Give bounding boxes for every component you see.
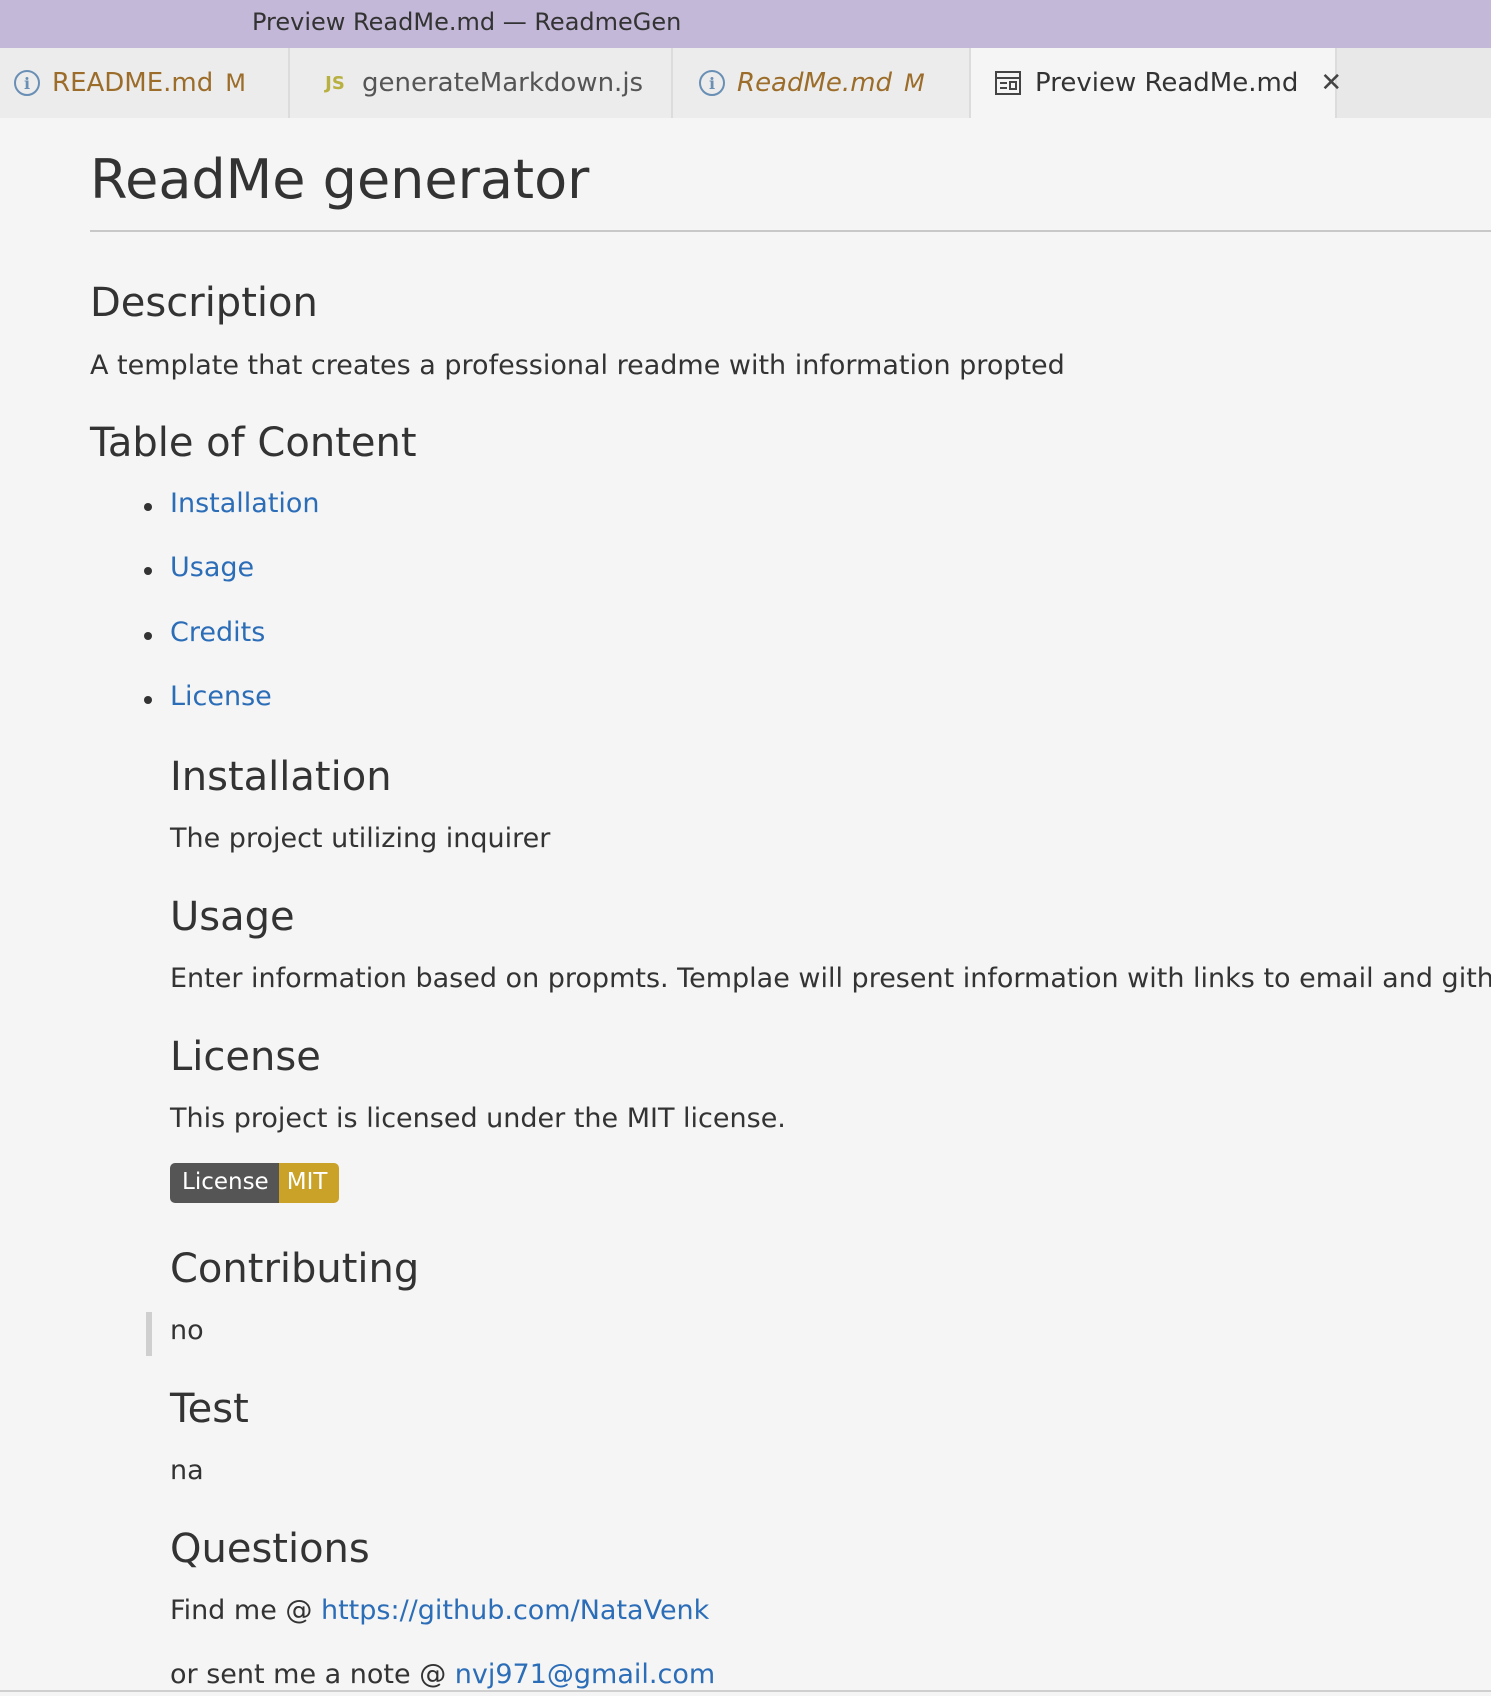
find-prefix: Find me @ bbox=[170, 1595, 321, 1626]
heading-table-of-content: Table of Content bbox=[90, 420, 417, 466]
preview-icon bbox=[993, 68, 1023, 98]
tab-readme-md[interactable]: i README.md M bbox=[0, 48, 290, 118]
close-icon[interactable]: ✕ bbox=[1320, 68, 1342, 98]
tab-label: README.md bbox=[52, 68, 214, 98]
toc-item: License bbox=[144, 681, 272, 712]
toc-item: Usage bbox=[143, 552, 254, 583]
badge-value: MIT bbox=[278, 1163, 340, 1203]
description-text: A template that creates a professional r… bbox=[90, 350, 1065, 381]
window-title: Preview ReadMe.md — ReadmeGen bbox=[252, 8, 682, 36]
license-text: This project is licensed under the MIT l… bbox=[170, 1103, 786, 1134]
toc-item: Installation bbox=[144, 488, 320, 519]
toc-link-credits[interactable]: Credits bbox=[170, 617, 265, 648]
js-icon: JS bbox=[325, 72, 345, 94]
modified-indicator: M bbox=[225, 69, 246, 97]
toc-item: Credits bbox=[143, 617, 265, 648]
note-prefix: or sent me a note @ bbox=[170, 1659, 455, 1690]
info-icon: i bbox=[14, 70, 40, 96]
heading-description: Description bbox=[90, 280, 318, 326]
bottom-divider bbox=[0, 1690, 1491, 1692]
tab-generate-markdown-js[interactable]: JS generateMarkdown.js bbox=[290, 48, 673, 118]
blockquote-bar bbox=[146, 1312, 152, 1356]
license-badge: License MIT bbox=[170, 1163, 340, 1203]
heading-license: License bbox=[170, 1034, 321, 1080]
toc-link-license[interactable]: License bbox=[170, 681, 272, 712]
email-link[interactable]: nvj971@gmail.com bbox=[455, 1659, 715, 1690]
contributing-text: no bbox=[170, 1315, 204, 1346]
tab-readme-md-italic[interactable]: i ReadMe.md M bbox=[673, 48, 971, 118]
tab-label: Preview ReadMe.md bbox=[1035, 68, 1299, 98]
tab-label: generateMarkdown.js bbox=[362, 68, 644, 98]
github-link[interactable]: https://github.com/NataVenk bbox=[321, 1595, 709, 1626]
heading-usage: Usage bbox=[170, 894, 295, 940]
heading-contributing: Contributing bbox=[170, 1246, 420, 1292]
window-titlebar: Preview ReadMe.md — ReadmeGen bbox=[0, 0, 1491, 48]
tab-label: ReadMe.md bbox=[737, 68, 893, 98]
modified-indicator: M bbox=[904, 69, 925, 97]
info-icon: i bbox=[699, 70, 725, 96]
heading-questions: Questions bbox=[170, 1526, 370, 1572]
questions-find-line: Find me @ https://github.com/NataVenk bbox=[170, 1595, 709, 1626]
tab-preview-readme-md[interactable]: Preview ReadMe.md ✕ bbox=[971, 48, 1342, 118]
editor-tab-bar: i README.md M JS generateMarkdown.js i R… bbox=[0, 48, 1491, 118]
questions-note-line: or sent me a note @ nvj971@gmail.com bbox=[170, 1659, 715, 1690]
test-text: na bbox=[170, 1455, 204, 1486]
badge-label: License bbox=[170, 1163, 279, 1203]
toc-link-installation[interactable]: Installation bbox=[170, 488, 320, 519]
heading-installation: Installation bbox=[170, 754, 392, 800]
usage-text: Enter information based on propmts. Temp… bbox=[170, 963, 1491, 994]
toc-link-usage[interactable]: Usage bbox=[170, 552, 254, 583]
page-title: ReadMe generator bbox=[90, 148, 590, 211]
title-divider bbox=[90, 230, 1491, 232]
installation-text: The project utilizing inquirer bbox=[170, 823, 551, 854]
heading-test: Test bbox=[170, 1386, 249, 1432]
